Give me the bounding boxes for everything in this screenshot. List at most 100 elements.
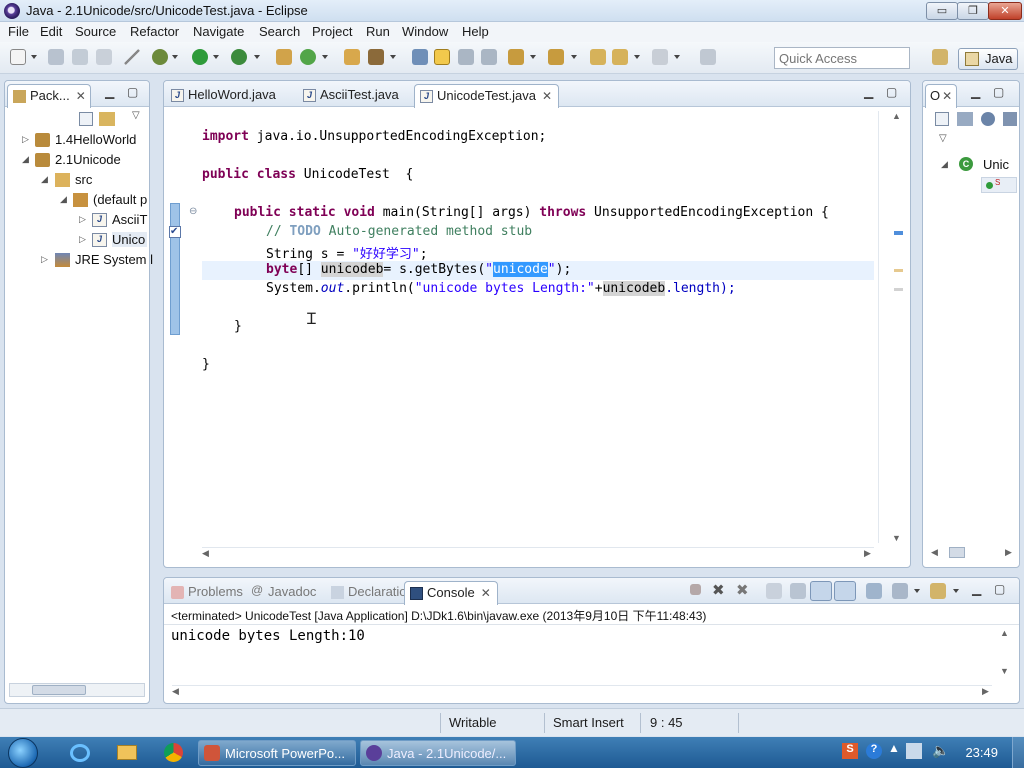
- folder-icon[interactable]: [117, 745, 137, 760]
- tree-item-asciitest[interactable]: J AsciiT: [92, 212, 147, 227]
- java-perspective-button[interactable]: Java: [958, 48, 1018, 70]
- horizontal-scrollbar[interactable]: [9, 683, 145, 697]
- view-menu-icon[interactable]: ▽: [939, 133, 947, 144]
- scroll-down-arrow-icon[interactable]: ▼: [1000, 666, 1009, 676]
- remove-all-launches-icon[interactable]: ✖: [736, 581, 749, 599]
- open-perspective-icon[interactable]: [932, 49, 948, 65]
- show-desktop-button[interactable]: [1012, 737, 1024, 768]
- overview-task-marker[interactable]: [894, 231, 903, 235]
- maximize-button[interactable]: ❐: [957, 2, 989, 20]
- scroll-left-arrow-icon[interactable]: ◀: [931, 547, 938, 558]
- tab-helloword-java[interactable]: J HelloWord.java: [166, 84, 282, 107]
- maximize-view-icon[interactable]: ▢: [127, 85, 138, 99]
- run-last-tool-icon[interactable]: [231, 49, 247, 65]
- close-icon[interactable]: ✕: [542, 89, 552, 103]
- input-method-icon[interactable]: S: [842, 743, 858, 759]
- editor-horizontal-scrollbar[interactable]: ◀ ▶: [202, 547, 874, 559]
- link-with-editor-icon[interactable]: [99, 112, 115, 126]
- tab-asciitest-java[interactable]: J AsciiTest.java: [298, 84, 405, 107]
- menu-project[interactable]: Project: [312, 24, 352, 39]
- close-icon[interactable]: ✕: [76, 89, 86, 103]
- scrollbar-thumb[interactable]: [949, 547, 965, 558]
- close-icon[interactable]: ✕: [481, 586, 491, 600]
- quick-access-input[interactable]: [774, 47, 910, 69]
- menu-run[interactable]: Run: [366, 24, 390, 39]
- menu-file[interactable]: File: [8, 24, 29, 39]
- code-line-string-decl[interactable]: String s = "好好学习";: [266, 243, 428, 262]
- skip-breakpoints-icon[interactable]: [124, 49, 140, 65]
- minimize-view-icon[interactable]: ▁: [971, 85, 980, 99]
- show-on-stdout-icon[interactable]: [810, 581, 832, 601]
- menu-navigate[interactable]: Navigate: [193, 24, 244, 39]
- outline-item-class[interactable]: Unic: [983, 157, 1009, 172]
- menu-search[interactable]: Search: [259, 24, 300, 39]
- outline-horizontal-scrollbar[interactable]: ◀ ▶: [931, 547, 1015, 559]
- run-icon[interactable]: [192, 49, 208, 65]
- new-class-icon[interactable]: [300, 49, 316, 65]
- overview-occurrence-marker[interactable]: [894, 288, 903, 291]
- view-menu-icon[interactable]: ▽: [132, 110, 140, 121]
- chrome-icon[interactable]: [164, 743, 183, 762]
- open-type-icon[interactable]: [344, 49, 360, 65]
- maximize-view-icon[interactable]: ▢: [993, 85, 1004, 99]
- tree-item-unicode-project[interactable]: 2.1Unicode: [35, 152, 121, 167]
- pin-editor-icon[interactable]: [700, 49, 716, 65]
- collapsed-arrow-icon[interactable]: ▷: [79, 214, 86, 225]
- expanded-arrow-icon[interactable]: ◢: [60, 194, 67, 205]
- show-on-stderr-icon[interactable]: [834, 581, 856, 601]
- code-line-class[interactable]: public class UnicodeTest {: [202, 167, 413, 182]
- tab-console[interactable]: Console ✕: [404, 581, 498, 605]
- expanded-arrow-icon[interactable]: ◢: [41, 174, 48, 185]
- hide-static-icon[interactable]: [1003, 112, 1017, 126]
- display-console-icon[interactable]: [892, 583, 908, 599]
- close-icon[interactable]: ✕: [942, 89, 952, 103]
- scroll-down-arrow-icon[interactable]: ▼: [892, 533, 901, 543]
- expanded-arrow-icon[interactable]: ◢: [941, 159, 948, 170]
- maximize-view-icon[interactable]: ▢: [994, 582, 1005, 596]
- tree-item-default-package[interactable]: (default p: [73, 192, 147, 207]
- scroll-left-arrow-icon[interactable]: ◀: [172, 686, 179, 697]
- outline-item-method[interactable]: S: [981, 177, 1017, 193]
- menu-refactor[interactable]: Refactor: [130, 24, 179, 39]
- code-line-close-class[interactable]: }: [202, 357, 210, 372]
- open-console-icon[interactable]: [930, 583, 946, 599]
- hide-fields-icon[interactable]: [981, 112, 995, 126]
- forward-icon[interactable]: [652, 49, 668, 65]
- code-line-import[interactable]: import java.io.UnsupportedEncodingExcept…: [202, 129, 546, 144]
- overview-occurrence-marker[interactable]: [894, 269, 903, 272]
- sort-icon[interactable]: [957, 112, 973, 126]
- task-eclipse[interactable]: Java - 2.1Unicode/...: [360, 740, 516, 766]
- block-selection-icon[interactable]: [458, 49, 474, 65]
- back-icon[interactable]: [612, 49, 628, 65]
- network-icon[interactable]: [906, 743, 922, 759]
- console-horizontal-scrollbar[interactable]: ◀ ▶: [172, 685, 992, 697]
- scroll-right-arrow-icon[interactable]: ▶: [1005, 547, 1012, 558]
- menu-source[interactable]: Source: [75, 24, 116, 39]
- code-line-comment[interactable]: // TODO Auto-generated method stub: [266, 224, 532, 239]
- volume-icon[interactable]: 🔈: [932, 742, 949, 759]
- save-all-icon[interactable]: [72, 49, 88, 65]
- scroll-right-arrow-icon[interactable]: ▶: [982, 686, 989, 697]
- minimize-view-icon[interactable]: ▁: [864, 85, 873, 99]
- scroll-left-arrow-icon[interactable]: ◀: [202, 548, 209, 559]
- scroll-lock-icon[interactable]: [790, 583, 806, 599]
- task-marker-icon[interactable]: ✔: [169, 226, 181, 238]
- debug-icon[interactable]: [152, 49, 168, 65]
- help-icon[interactable]: ?: [866, 743, 882, 759]
- tree-item-jre-library[interactable]: JRE System l: [55, 252, 153, 267]
- task-powerpoint[interactable]: Microsoft PowerPo...: [198, 740, 356, 766]
- code-line-main[interactable]: public static void main(String[] args) t…: [234, 205, 829, 220]
- clear-console-icon[interactable]: [766, 583, 782, 599]
- tab-package-explorer[interactable]: Pack... ✕: [7, 84, 91, 108]
- start-button[interactable]: [8, 738, 38, 768]
- terminate-icon[interactable]: [690, 584, 701, 595]
- previous-annotation-icon[interactable]: [548, 49, 564, 65]
- last-edit-location-icon[interactable]: [590, 49, 606, 65]
- scrollbar-thumb[interactable]: [32, 685, 86, 695]
- menu-edit[interactable]: Edit: [40, 24, 62, 39]
- minimize-button[interactable]: ▭: [926, 2, 958, 20]
- next-annotation-icon[interactable]: [508, 49, 524, 65]
- new-icon[interactable]: [10, 49, 26, 65]
- maximize-view-icon[interactable]: ▢: [886, 85, 897, 99]
- collapse-all-icon[interactable]: [79, 112, 93, 126]
